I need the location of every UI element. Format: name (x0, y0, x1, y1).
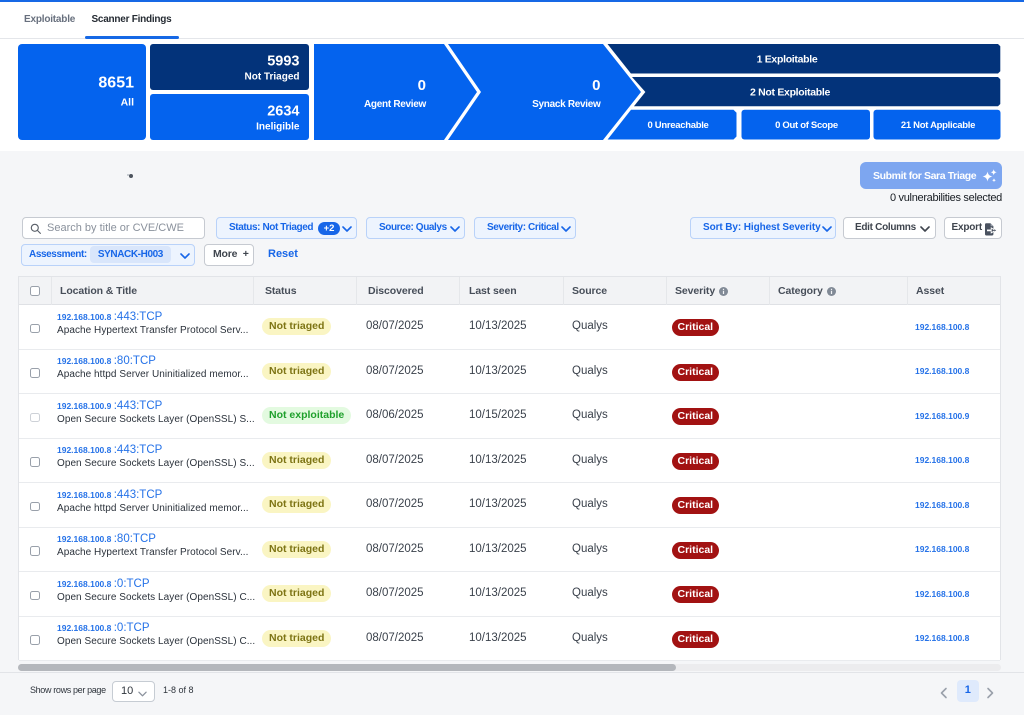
svg-text:All: All (121, 97, 135, 109)
svg-text:Ineligible: Ineligible (256, 122, 300, 133)
svg-text:21 Not Applicable: 21 Not Applicable (901, 120, 975, 131)
svg-text:2 Not Exploitable: 2 Not Exploitable (750, 87, 831, 99)
svg-text:2634: 2634 (267, 104, 299, 120)
svg-text:Agent Review: Agent Review (364, 99, 426, 110)
svg-text:1 Exploitable: 1 Exploitable (757, 54, 818, 66)
svg-text:0 Out of Scope: 0 Out of Scope (775, 120, 838, 131)
svg-text:0: 0 (592, 77, 600, 94)
svg-text:Not Triaged: Not Triaged (244, 72, 299, 83)
svg-text:5993: 5993 (267, 54, 299, 70)
svg-text:0 Unreachable: 0 Unreachable (647, 120, 708, 131)
svg-text:Synack Review: Synack Review (532, 99, 601, 110)
svg-text:8651: 8651 (98, 75, 134, 92)
svg-text:0: 0 (418, 77, 426, 94)
